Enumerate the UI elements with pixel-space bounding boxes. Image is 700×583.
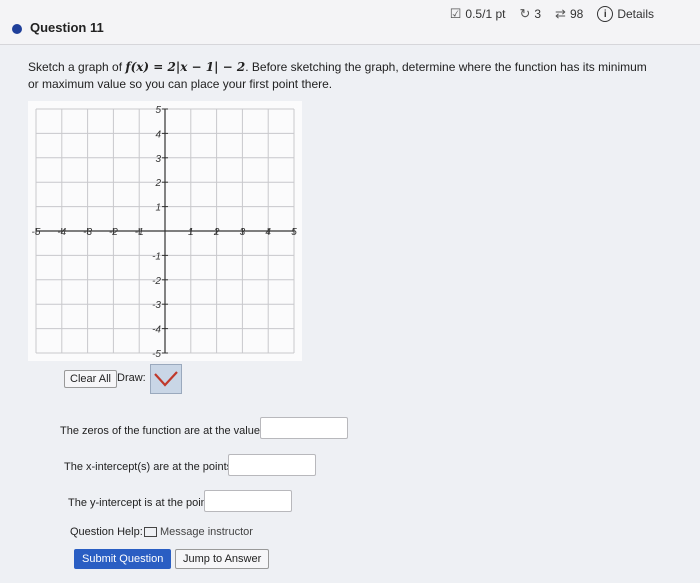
question-title: Question 11 — [30, 20, 104, 35]
y-tick-label: 3 — [155, 154, 161, 165]
y-tick-label: -5 — [152, 349, 161, 360]
x-tick-label: 4 — [265, 227, 271, 238]
question-meta: ☑ 0.5/1 pt ↻ 3 ⇄ 98 i Details — [450, 6, 654, 22]
attempts-count: 98 — [569, 7, 584, 21]
envelope-icon — [144, 527, 157, 537]
question-help-label: Question Help: — [70, 526, 143, 538]
x-tick-label: -4 — [57, 227, 66, 238]
draw-tool-button[interactable] — [150, 364, 182, 394]
x-intercepts-label: The x-intercept(s) are at the points — [64, 461, 233, 473]
retries-count: 3 — [534, 7, 542, 21]
x-intercepts-input[interactable] — [228, 454, 316, 476]
absolute-value-icon — [154, 371, 178, 387]
question-prompt: Sketch a graph of f(x) = 2|x − 1| − 2. B… — [28, 59, 648, 93]
y-intercept-label: The y-intercept is at the point — [68, 497, 210, 509]
y-tick-label: 2 — [154, 178, 161, 189]
y-tick-label: -4 — [152, 325, 161, 336]
x-tick-label: 1 — [188, 227, 194, 238]
submit-question-button[interactable]: Submit Question — [74, 549, 172, 569]
clear-all-button[interactable]: Clear All — [64, 370, 117, 388]
info-icon[interactable]: i — [597, 6, 614, 22]
retry-icon: ↻ — [519, 6, 531, 21]
x-tick-label: 3 — [240, 227, 246, 238]
question-body: Sketch a graph of f(x) = 2|x − 1| − 2. B… — [0, 45, 700, 583]
draw-label: Draw: — [117, 372, 146, 384]
x-tick-label: 2 — [213, 227, 220, 238]
zeros-label: The zeros of the function are at the val… — [60, 425, 266, 437]
x-tick-label: -5 — [32, 227, 41, 238]
y-tick-label: -1 — [152, 251, 161, 262]
message-instructor-text: Message instructor — [160, 526, 253, 538]
details-link[interactable]: Details — [617, 7, 654, 21]
y-tick-label: 1 — [155, 203, 161, 214]
y-tick-label: 5 — [155, 105, 161, 116]
prompt-text-before: Sketch a graph of — [28, 60, 126, 74]
x-tick-label: 5 — [291, 227, 297, 238]
y-tick-label: -3 — [152, 300, 161, 311]
prompt-function: f(x) = 2|x − 1| − 2 — [125, 60, 246, 74]
question-header: Question 11 ☑ 0.5/1 pt ↻ 3 ⇄ 98 i Detail… — [0, 0, 700, 45]
x-tick-label: -2 — [109, 227, 118, 238]
score-text: 0.5/1 pt — [465, 7, 506, 21]
question-status-dot — [12, 24, 22, 34]
coordinate-grid[interactable]: -5 -4 -3 -2 -1 1 2 3 4 5 5 4 3 2 1 -1 -2 -3 -4 -5 — [28, 101, 302, 361]
graph-canvas[interactable]: -5 -4 -3 -2 -1 1 2 3 4 5 5 4 3 2 1 -1 -2 -3 -4 -5 — [28, 101, 302, 361]
x-tick-label: -1 — [135, 227, 144, 238]
message-instructor-link[interactable]: Message instructor — [144, 526, 253, 538]
y-tick-label: -2 — [152, 276, 161, 287]
score-check-icon: ☑ — [449, 6, 462, 21]
y-intercept-input[interactable] — [204, 490, 292, 512]
attempts-icon: ⇄ — [555, 6, 566, 21]
jump-to-answer-button[interactable]: Jump to Answer — [175, 549, 270, 569]
zeros-input[interactable] — [260, 417, 348, 439]
x-tick-label: -3 — [83, 227, 92, 238]
y-tick-label: 4 — [155, 129, 161, 140]
